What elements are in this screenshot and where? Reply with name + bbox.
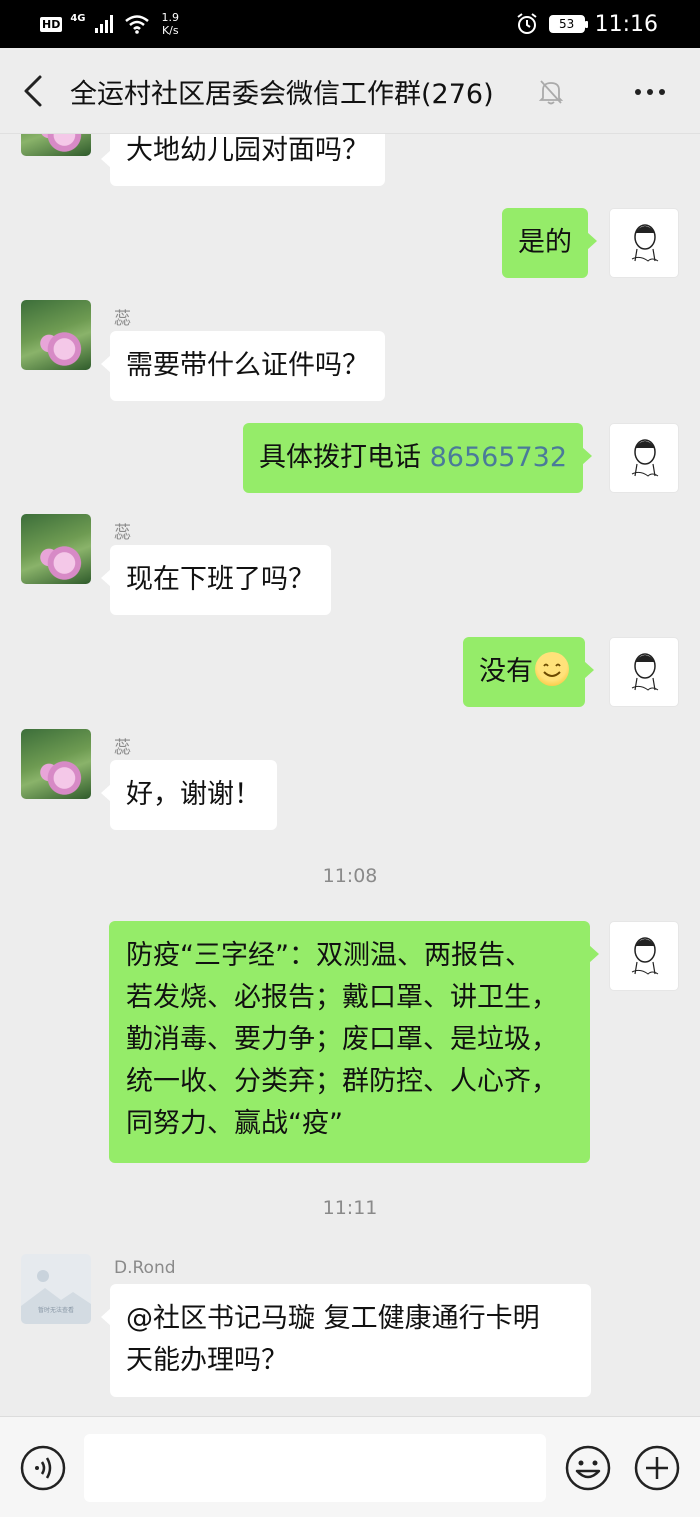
message-line: 勤消毒、要力争；废口罩、是垃圾， — [126, 1024, 558, 1055]
emoji-icon[interactable] — [565, 1445, 611, 1491]
message-bubble-incoming[interactable]: @社区书记马璇 复工健康通行卡明 天能办理吗？ — [101, 1284, 591, 1397]
status-bar: HD 4G 1.9 K/s 53 11:16 — [0, 0, 700, 48]
avatar[interactable] — [21, 300, 91, 370]
message-input[interactable] — [84, 1434, 546, 1502]
message-text: 没有 — [479, 656, 533, 687]
alarm-icon — [516, 13, 537, 34]
signal-icon — [94, 15, 113, 33]
more-dots-icon[interactable] — [630, 78, 670, 106]
avatar[interactable] — [609, 637, 679, 707]
sketch-portrait-icon — [631, 439, 659, 477]
chat-header: 全运村社区居委会微信工作群(276) — [0, 48, 700, 134]
avatar-caption: 暂时无法查看 — [38, 1306, 74, 1314]
message-text: 好，谢谢！ — [126, 779, 261, 810]
image-placeholder-icon: 暂时无法查看 — [21, 1270, 91, 1324]
message-line: 若发烧、必报告；戴口罩、讲卫生， — [126, 982, 558, 1013]
message-bubble-incoming[interactable]: 需要带什么证件吗？ — [101, 331, 385, 401]
message-text: 需要带什么证件吗？ — [126, 350, 369, 381]
message-bubble-incoming[interactable]: 好，谢谢！ — [101, 760, 277, 830]
message-line: 统一收、分类弃；群防控、人心齐， — [126, 1066, 558, 1097]
plus-icon[interactable] — [634, 1445, 680, 1491]
message-line: 同努力、赢战“疫” — [126, 1108, 343, 1139]
message-list[interactable]: 大地幼儿园对面吗？ 是的 蕊 需要带什么证件吗？ 具体拨打电话 86565732… — [0, 134, 700, 1416]
message-bubble-incoming[interactable]: 大地幼儿园对面吗？ — [101, 134, 385, 186]
speed-unit: K/s — [161, 24, 179, 37]
wifi-icon — [124, 15, 149, 34]
message-text: 现在下班了吗？ — [126, 564, 315, 595]
sender-name: D.Rond — [114, 1258, 176, 1278]
message-line: 天能办理吗？ — [126, 1345, 288, 1376]
input-bar — [0, 1416, 700, 1517]
avatar[interactable] — [609, 423, 679, 493]
bell-muted-icon — [538, 80, 564, 105]
message-line: @社区书记马璇 复工健康通行卡明 — [126, 1303, 540, 1334]
avatar[interactable] — [21, 729, 91, 799]
message-timestamp: 11:11 — [322, 1197, 378, 1219]
message-text: 是的 — [518, 227, 572, 258]
smile-emoji-icon — [535, 652, 569, 686]
speed-value: 1.9 — [161, 11, 180, 24]
sender-name: 蕊 — [114, 523, 131, 543]
status-clock: 11:16 — [594, 11, 658, 37]
sketch-portrait-icon — [631, 653, 659, 691]
avatar[interactable]: 暂时无法查看 — [21, 1254, 91, 1324]
hd-badge: HD — [40, 16, 63, 32]
battery-level: 53 — [558, 17, 575, 31]
message-text: 具体拨打电话 — [259, 442, 430, 473]
phone-link[interactable]: 86565732 — [430, 442, 567, 473]
message-bubble-outgoing[interactable]: 没有 — [463, 637, 594, 707]
battery-indicator: 53 — [548, 15, 588, 33]
message-timestamp: 11:08 — [322, 865, 378, 887]
message-line: 防疫“三字经”：双测温、两报告、 — [126, 940, 532, 971]
message-bubble-outgoing[interactable]: 防疫“三字经”：双测温、两报告、 若发烧、必报告；戴口罩、讲卫生， 勤消毒、要力… — [109, 921, 599, 1163]
message-bubble-incoming[interactable]: 现在下班了吗？ — [101, 545, 331, 615]
message-bubble-outgoing[interactable]: 是的 — [502, 208, 597, 278]
network-type: 4G — [70, 12, 86, 24]
message-text: 大地幼儿园对面吗？ — [126, 135, 369, 166]
sketch-portrait-icon — [631, 937, 659, 975]
avatar[interactable] — [21, 514, 91, 584]
sender-name: 蕊 — [114, 738, 131, 758]
message-bubble-outgoing[interactable]: 具体拨打电话 86565732 — [243, 423, 593, 493]
avatar[interactable] — [21, 134, 91, 156]
network-speed: 1.9 K/s — [162, 11, 180, 37]
voice-icon[interactable] — [20, 1445, 66, 1491]
chat-title: 全运村社区居委会微信工作群(276) — [70, 79, 494, 110]
avatar[interactable] — [609, 208, 679, 278]
chevron-left-icon[interactable] — [20, 74, 50, 108]
sketch-portrait-icon — [631, 224, 659, 262]
sender-name: 蕊 — [114, 309, 131, 329]
avatar[interactable] — [609, 921, 679, 991]
